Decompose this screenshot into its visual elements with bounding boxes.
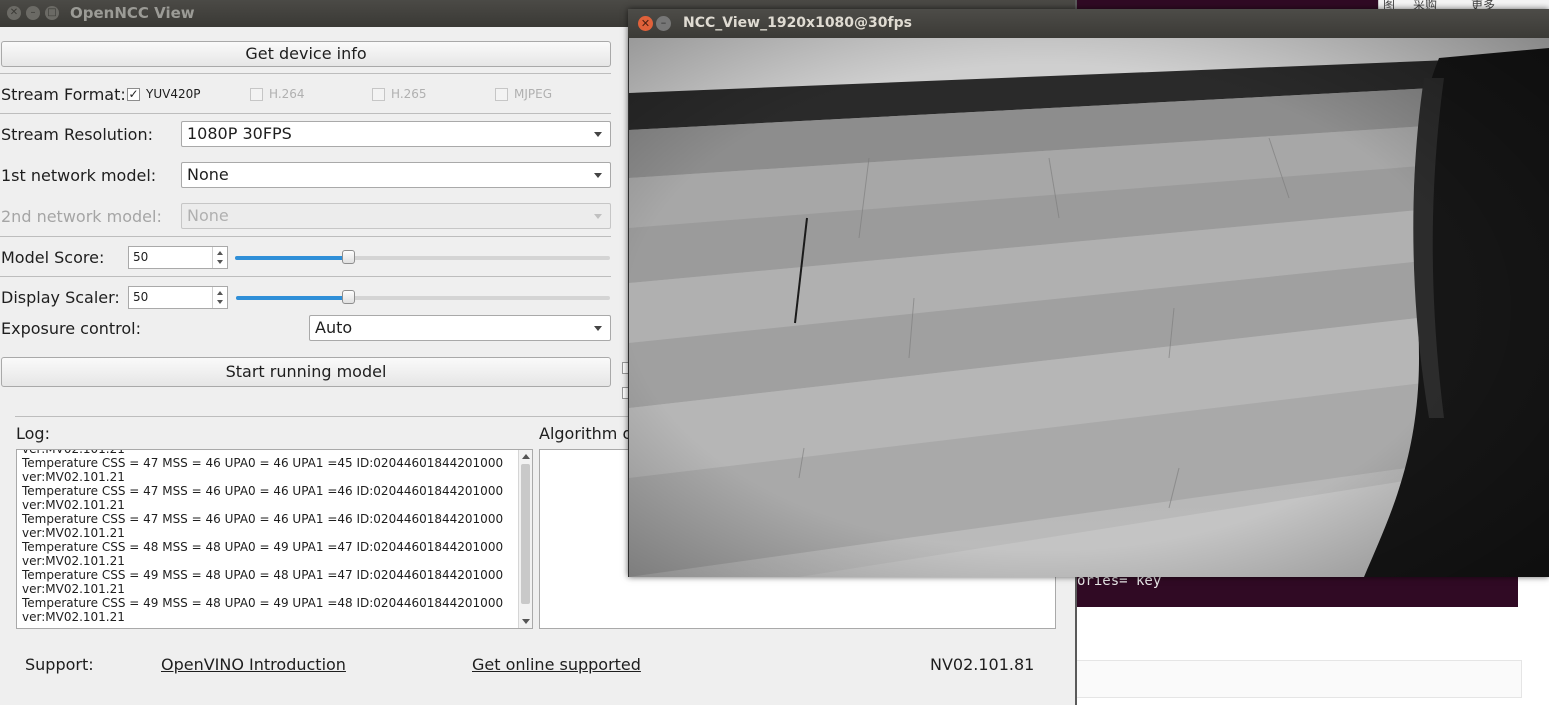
log-label: Log: <box>16 424 50 443</box>
second-model-label: 2nd network model: <box>1 207 162 226</box>
minimize-icon[interactable]: – <box>656 16 671 31</box>
yuv420p-label: YUV420P <box>146 87 201 101</box>
display-scaler-slider[interactable] <box>236 290 610 304</box>
chevron-down-icon <box>594 173 602 178</box>
version-label: NV02.101.81 <box>930 655 1035 674</box>
display-scaler-spinbox[interactable]: 50 <box>128 286 228 309</box>
camera-window-title: NCC_View_1920x1080@30fps <box>683 15 912 31</box>
stream-format-label: Stream Format: <box>1 85 126 104</box>
log-line: ver:MV02.101.21 <box>22 498 125 512</box>
slider-handle[interactable] <box>341 250 355 264</box>
model-score-value: 50 <box>133 250 149 264</box>
spin-divider <box>212 247 213 268</box>
checkmark-icon: ✓ <box>127 86 140 101</box>
slider-fill <box>236 296 349 300</box>
h264-checkbox[interactable]: H.264 <box>250 87 305 101</box>
model-score-spinbox[interactable]: 50 <box>128 246 228 269</box>
spin-up-icon[interactable] <box>217 251 223 255</box>
log-line: ver:MV02.101.21 <box>22 526 125 540</box>
model-score-label: Model Score: <box>1 248 105 267</box>
h265-label: H.265 <box>391 87 427 101</box>
second-model-value: None <box>187 206 229 225</box>
support-label: Support: <box>25 655 94 674</box>
chevron-down-icon <box>594 326 602 331</box>
minimize-icon[interactable]: – <box>26 6 40 20</box>
close-icon[interactable]: ✕ <box>7 6 21 20</box>
slider-handle[interactable] <box>342 290 356 304</box>
stream-resolution-select[interactable]: 1080P 30FPS <box>181 121 611 147</box>
start-running-model-button[interactable]: Start running model <box>1 357 611 387</box>
log-line: Temperature CSS = 47 MSS = 46 UPA0 = 46 … <box>22 456 504 470</box>
openvino-introduction-link[interactable]: OpenVINO Introduction <box>161 655 346 674</box>
scroll-up-icon[interactable] <box>522 454 530 459</box>
camera-title-bar: ✕ – NCC_View_1920x1080@30fps <box>628 9 1549 38</box>
divider <box>0 73 611 74</box>
display-scaler-label: Display Scaler: <box>1 288 120 307</box>
log-line: Temperature CSS = 49 MSS = 48 UPA0 = 48 … <box>22 568 504 582</box>
window-title: OpenNCC View <box>70 4 195 22</box>
log-line: ver:MV02.101.21 <box>22 470 125 484</box>
camera-video-frame <box>629 38 1549 577</box>
exposure-control-select[interactable]: Auto <box>309 315 611 341</box>
checkbox-box <box>495 87 508 101</box>
display-scaler-value: 50 <box>133 290 149 304</box>
camera-preview-window: ✕ – NCC_View_1920x1080@30fps <box>628 9 1549 577</box>
chevron-down-icon <box>594 132 602 137</box>
checkbox-box <box>250 87 263 101</box>
floor-image <box>629 38 1549 577</box>
exposure-control-value: Auto <box>315 318 353 337</box>
algorithm-output-label: Algorithm ou <box>539 424 643 443</box>
log-line: ver:MV02.101.21 <box>22 554 125 568</box>
first-model-value: None <box>187 165 229 184</box>
divider <box>0 236 611 237</box>
get-online-support-link[interactable]: Get online supported <box>472 655 641 674</box>
log-line: Temperature CSS = 49 MSS = 48 UPA0 = 49 … <box>22 596 504 610</box>
h264-label: H.264 <box>269 87 305 101</box>
stream-resolution-label: Stream Resolution: <box>1 125 153 144</box>
stream-resolution-value: 1080P 30FPS <box>187 124 292 143</box>
spin-down-icon[interactable] <box>217 300 223 304</box>
exposure-control-label: Exposure control: <box>1 319 142 338</box>
log-lines: ver:MV02.101.21 Temperature CSS = 47 MSS … <box>22 449 504 624</box>
log-textarea[interactable]: ver:MV02.101.21 Temperature CSS = 47 MSS … <box>16 449 533 629</box>
log-line: ver:MV02.101.21 <box>22 449 125 456</box>
spin-up-icon[interactable] <box>217 291 223 295</box>
scroll-down-icon[interactable] <box>522 619 530 624</box>
checkbox-box <box>372 87 385 101</box>
get-device-info-button[interactable]: Get device info <box>1 41 611 67</box>
h265-checkbox[interactable]: H.265 <box>372 87 427 101</box>
slider-fill <box>235 256 348 260</box>
maximize-icon[interactable]: □ <box>45 6 59 20</box>
mjpeg-label: MJPEG <box>514 87 553 101</box>
second-model-select[interactable]: None <box>181 203 611 229</box>
chevron-down-icon <box>594 214 602 219</box>
divider <box>0 276 611 277</box>
spin-down-icon[interactable] <box>217 260 223 264</box>
log-line: ver:MV02.101.21 <box>22 610 125 624</box>
spin-divider <box>212 287 213 308</box>
log-line: ver:MV02.101.21 <box>22 582 125 596</box>
scrollbar-thumb[interactable] <box>521 464 530 604</box>
log-line: Temperature CSS = 47 MSS = 46 UPA0 = 46 … <box>22 512 504 526</box>
first-model-select[interactable]: None <box>181 162 611 188</box>
divider <box>0 113 611 114</box>
close-icon[interactable]: ✕ <box>638 16 653 31</box>
mjpeg-checkbox[interactable]: MJPEG <box>495 87 552 101</box>
yuv420p-checkbox[interactable]: ✓ YUV420P <box>127 87 200 101</box>
first-model-label: 1st network model: <box>1 166 157 185</box>
log-line: Temperature CSS = 48 MSS = 48 UPA0 = 49 … <box>22 540 504 554</box>
log-scrollbar[interactable] <box>518 450 532 628</box>
log-line: Temperature CSS = 47 MSS = 46 UPA0 = 46 … <box>22 484 504 498</box>
background-search-box[interactable] <box>1076 660 1522 698</box>
model-score-slider[interactable] <box>235 250 610 264</box>
